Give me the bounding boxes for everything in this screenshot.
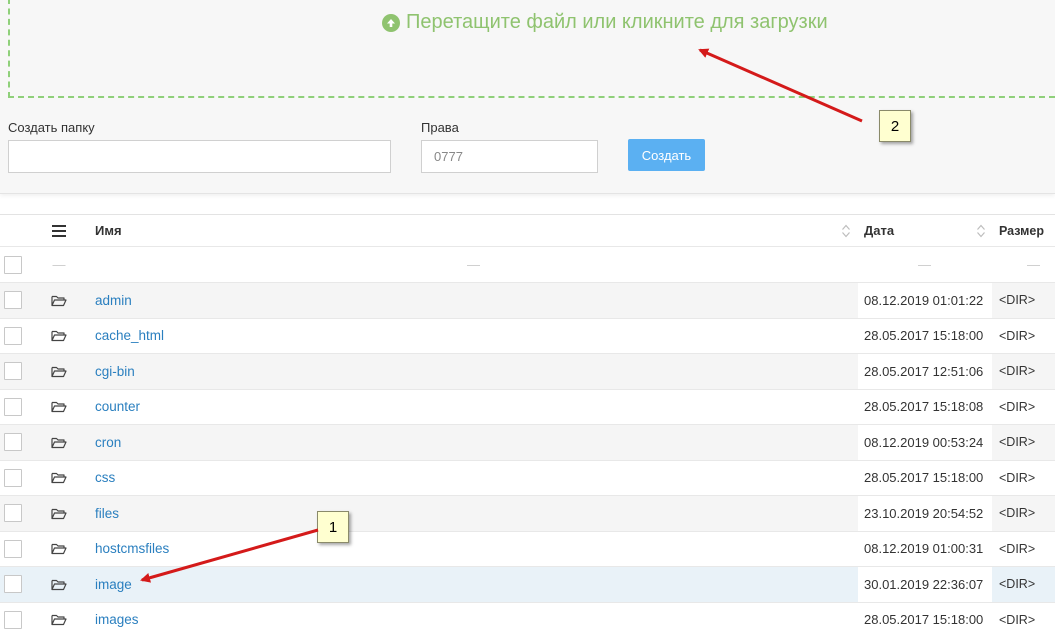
table-row[interactable]: cron 08.12.2019 00:53:24 <DIR> xyxy=(0,424,1055,460)
header-date[interactable]: Дата xyxy=(858,215,992,246)
file-size: <DIR> xyxy=(999,293,1036,308)
modified-date: 28.05.2017 15:18:00 xyxy=(864,328,984,344)
row-checkbox[interactable] xyxy=(4,575,22,594)
dash: — xyxy=(467,257,480,272)
table-row[interactable]: files 23.10.2019 20:54:52 <DIR> xyxy=(0,495,1055,531)
file-size: <DIR> xyxy=(999,328,1036,343)
header-size[interactable]: Размер xyxy=(992,215,1055,246)
top-panel: Перетащите файл или кликните для загрузк… xyxy=(0,0,1055,194)
row-checkbox[interactable] xyxy=(4,362,22,381)
file-size: <DIR> xyxy=(999,364,1036,379)
table-row[interactable]: image 30.01.2019 22:36:07 <DIR> xyxy=(0,566,1055,602)
header-size-label: Размер xyxy=(999,223,1045,238)
rights-label: Права xyxy=(421,120,459,135)
folder-link[interactable]: admin xyxy=(95,293,132,308)
folder-icon xyxy=(46,603,72,638)
file-table: Имя Дата Размер — — — — admin 08.12.2019… xyxy=(0,214,1055,637)
modified-date: 28.05.2017 15:18:08 xyxy=(864,399,984,415)
modified-date: 23.10.2019 20:54:52 xyxy=(864,505,984,521)
annotation-callout-2: 2 xyxy=(879,110,911,142)
table-row[interactable]: hostcmsfiles 08.12.2019 01:00:31 <DIR> xyxy=(0,530,1055,567)
folder-name-input[interactable] xyxy=(8,140,391,173)
folder-link[interactable]: cache_html xyxy=(95,328,164,343)
column-menu[interactable] xyxy=(46,215,72,246)
upload-icon xyxy=(382,13,400,32)
file-size: <DIR> xyxy=(999,541,1036,556)
file-size: <DIR> xyxy=(999,577,1036,592)
table-row[interactable]: css 28.05.2017 15:18:00 <DIR> xyxy=(0,459,1055,496)
modified-date: 28.05.2017 15:18:00 xyxy=(864,470,984,486)
modified-date: 08.12.2019 00:53:24 xyxy=(864,434,984,450)
modified-date: 08.12.2019 01:01:22 xyxy=(864,292,984,308)
row-checkbox[interactable] xyxy=(4,433,22,452)
folder-icon xyxy=(46,425,72,460)
row-checkbox[interactable] xyxy=(4,291,22,310)
menu-icon[interactable] xyxy=(52,224,66,237)
file-size: <DIR> xyxy=(999,435,1036,450)
modified-date: 28.05.2017 12:51:06 xyxy=(864,363,984,379)
create-folder-label: Создать папку xyxy=(8,120,95,135)
folder-link[interactable]: css xyxy=(95,470,115,485)
file-size: <DIR> xyxy=(999,612,1036,627)
folder-icon xyxy=(46,532,72,567)
file-size: <DIR> xyxy=(999,506,1036,521)
sort-icon[interactable] xyxy=(841,223,851,239)
folder-link[interactable]: cron xyxy=(95,435,121,450)
folder-icon xyxy=(46,567,72,602)
create-button[interactable]: Создать xyxy=(628,139,705,171)
select-all-checkbox[interactable] xyxy=(4,255,22,274)
modified-date: 08.12.2019 01:00:31 xyxy=(864,541,984,557)
folder-link[interactable]: image xyxy=(95,577,132,592)
upload-dropzone[interactable]: Перетащите файл или кликните для загрузк… xyxy=(8,0,1055,98)
table-filter-row: — — — — xyxy=(0,246,1055,282)
file-size: <DIR> xyxy=(999,470,1036,485)
header-name-label: Имя xyxy=(95,223,122,238)
folder-icon xyxy=(46,496,72,531)
folder-icon xyxy=(46,319,72,354)
sort-icon[interactable] xyxy=(976,223,986,239)
dash: — xyxy=(918,257,931,272)
header-date-label: Дата xyxy=(864,223,895,238)
table-row[interactable]: cache_html 28.05.2017 15:18:00 <DIR> xyxy=(0,317,1055,354)
upload-prompt[interactable]: Перетащите файл или кликните для загрузк… xyxy=(382,11,828,34)
modified-date: 28.05.2017 15:18:00 xyxy=(864,612,984,628)
file-size: <DIR> xyxy=(999,399,1036,414)
dash: — xyxy=(52,257,66,272)
folder-link[interactable]: counter xyxy=(95,399,140,414)
rights-input[interactable] xyxy=(421,140,598,173)
upload-text: Перетащите файл или кликните для загрузк… xyxy=(406,11,828,33)
header-name[interactable]: Имя xyxy=(95,215,855,246)
folder-link[interactable]: hostcmsfiles xyxy=(95,541,169,556)
table-row[interactable]: cgi-bin 28.05.2017 12:51:06 <DIR> xyxy=(0,353,1055,389)
table-row[interactable]: admin 08.12.2019 01:01:22 <DIR> xyxy=(0,282,1055,318)
row-checkbox[interactable] xyxy=(4,326,22,345)
folder-icon xyxy=(46,461,72,496)
row-checkbox[interactable] xyxy=(4,504,22,523)
folder-icon xyxy=(46,283,72,318)
row-checkbox[interactable] xyxy=(4,397,22,416)
annotation-callout-1: 1 xyxy=(317,511,349,543)
folder-link[interactable]: cgi-bin xyxy=(95,364,135,379)
modified-date: 30.01.2019 22:36:07 xyxy=(864,576,984,592)
table-row[interactable]: images 28.05.2017 15:18:00 <DIR> xyxy=(0,601,1055,638)
row-checkbox[interactable] xyxy=(4,610,22,629)
folder-icon xyxy=(46,390,72,425)
folder-icon xyxy=(46,354,72,389)
table-header: Имя Дата Размер xyxy=(0,214,1055,246)
table-row[interactable]: counter 28.05.2017 15:18:08 <DIR> xyxy=(0,388,1055,425)
folder-link[interactable]: files xyxy=(95,506,119,521)
folder-link[interactable]: images xyxy=(95,612,139,627)
row-checkbox[interactable] xyxy=(4,468,22,487)
row-checkbox[interactable] xyxy=(4,539,22,558)
dash: — xyxy=(1027,257,1040,272)
